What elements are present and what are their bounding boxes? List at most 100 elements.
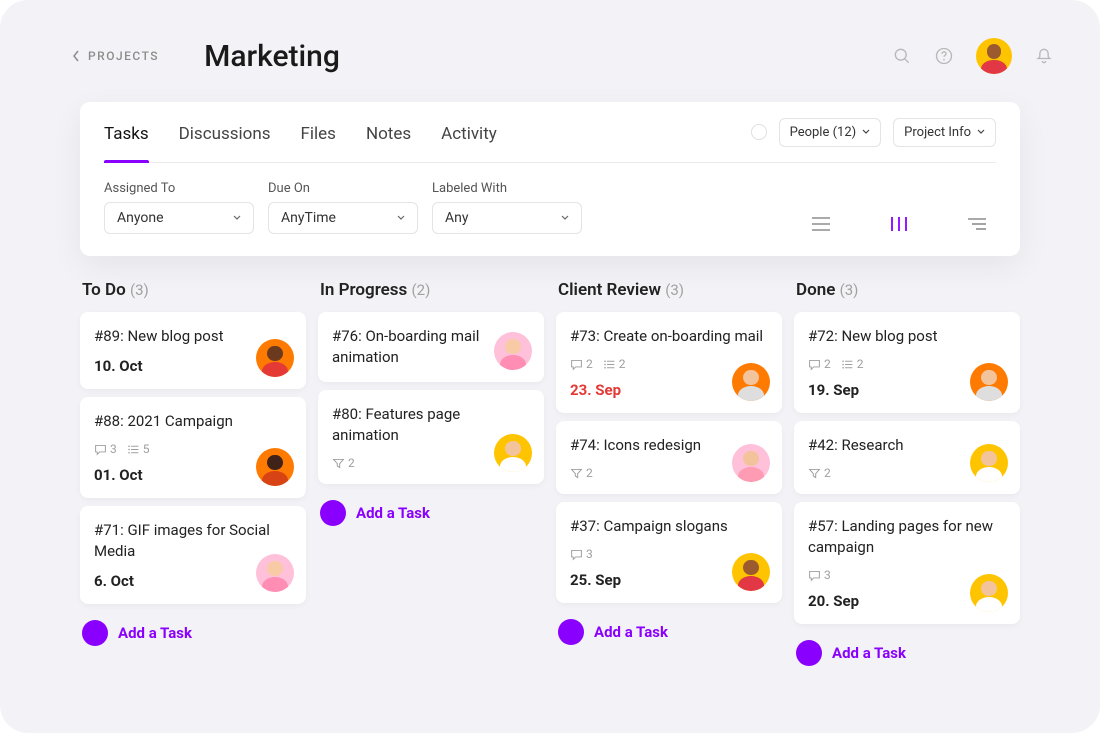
page-header: PROJECTS Marketing: [0, 0, 1100, 74]
board-column: To Do (3)#89: New blog post10. Oct #88: 2…: [80, 280, 306, 666]
project-info-dropdown[interactable]: Project Info: [893, 118, 996, 147]
plus-icon-wrap: [796, 640, 822, 666]
column-title-text: In Progress: [320, 280, 407, 300]
breadcrumb-back[interactable]: PROJECTS: [72, 49, 159, 63]
subtasks-count: 5: [127, 442, 150, 456]
filter-assigned: Assigned To Anyone: [104, 181, 254, 234]
caret-down-icon: [561, 215, 569, 221]
people-dropdown[interactable]: People (12): [779, 118, 882, 147]
task-card-title: #72: New blog post: [808, 326, 1006, 347]
tab-tasks[interactable]: Tasks: [104, 102, 149, 162]
plus-icon: [803, 647, 815, 659]
task-card[interactable]: #80: Features page animation2: [318, 390, 544, 484]
people-label: People (12): [790, 125, 857, 140]
task-card[interactable]: #76: On-boarding mail animation: [318, 312, 544, 382]
add-task-button[interactable]: Add a Task: [80, 612, 306, 646]
filter-labeled-label: Labeled With: [432, 181, 582, 196]
filter-assigned-value: Anyone: [117, 210, 164, 226]
assignee-avatar[interactable]: [970, 363, 1008, 401]
column-count: (2): [412, 281, 431, 299]
status-indicator[interactable]: [751, 124, 767, 140]
plus-icon-wrap: [320, 500, 346, 526]
column-title: Client Review (3): [556, 280, 782, 312]
column-title-text: To Do: [82, 280, 126, 300]
task-card[interactable]: #42: Research2: [794, 421, 1020, 494]
help-button[interactable]: [934, 46, 954, 66]
comments-count: 3: [570, 547, 593, 561]
app-frame: PROJECTS Marketing Tasks Discussions Fil…: [0, 0, 1100, 733]
assignee-avatar[interactable]: [256, 554, 294, 592]
filter-assigned-select[interactable]: Anyone: [104, 202, 254, 234]
task-card[interactable]: #71: GIF images for Social Media6. Oct: [80, 506, 306, 604]
view-switch: [810, 214, 996, 234]
view-timeline-button[interactable]: [966, 214, 988, 234]
assignee-avatar[interactable]: [732, 444, 770, 482]
tab-files[interactable]: Files: [301, 102, 336, 162]
view-list-button[interactable]: [810, 214, 832, 234]
task-card[interactable]: #73: Create on-boarding mail2223. Sep: [556, 312, 782, 413]
task-due-date: 20. Sep: [808, 592, 859, 610]
board-column: In Progress (2)#76: On-boarding mail ani…: [318, 280, 544, 666]
panel-top-right: People (12) Project Info: [751, 118, 996, 147]
plus-icon: [565, 626, 577, 638]
current-user-avatar[interactable]: [976, 38, 1012, 74]
add-task-button[interactable]: Add a Task: [794, 632, 1020, 666]
task-card[interactable]: #57: Landing pages for new campaign320. …: [794, 502, 1020, 624]
search-icon: [892, 46, 912, 66]
filter-labeled-value: Any: [445, 210, 469, 226]
task-due-date: 6. Oct: [94, 572, 134, 590]
chevron-left-icon: [72, 50, 80, 62]
board-view-icon: [888, 215, 910, 233]
task-card-title: #73: Create on-boarding mail: [570, 326, 768, 347]
filter-due: Due On AnyTime: [268, 181, 418, 234]
filter-labeled-select[interactable]: Any: [432, 202, 582, 234]
filter-due-value: AnyTime: [281, 210, 336, 226]
add-task-button[interactable]: Add a Task: [318, 492, 544, 526]
task-card[interactable]: #37: Campaign slogans325. Sep: [556, 502, 782, 603]
filter-due-label: Due On: [268, 181, 418, 196]
column-title: To Do (3): [80, 280, 306, 312]
assignee-avatar[interactable]: [494, 332, 532, 370]
comment-icon: [570, 548, 583, 561]
filter-due-select[interactable]: AnyTime: [268, 202, 418, 234]
assignee-avatar[interactable]: [732, 553, 770, 591]
notifications-button[interactable]: [1034, 46, 1054, 66]
task-card-title: #88: 2021 Campaign: [94, 411, 292, 432]
task-card[interactable]: #72: New blog post2219. Sep: [794, 312, 1020, 413]
kanban-board: To Do (3)#89: New blog post10. Oct #88: 2…: [0, 256, 1100, 666]
caret-down-icon: [397, 215, 405, 221]
comments-count: 2: [570, 357, 593, 371]
board-column: Client Review (3) #73: Create on-boarding…: [556, 280, 782, 666]
list-view-icon: [810, 215, 832, 233]
assignee-avatar[interactable]: [256, 448, 294, 486]
search-button[interactable]: [892, 46, 912, 66]
column-title: In Progress (2): [318, 280, 544, 312]
task-card[interactable]: #74: Icons redesign2: [556, 421, 782, 494]
column-title: Done (3): [794, 280, 1020, 312]
comment-icon: [94, 443, 107, 456]
tab-notes[interactable]: Notes: [366, 102, 411, 162]
task-card-title: #37: Campaign slogans: [570, 516, 768, 537]
filter-bar: Assigned To Anyone Due On AnyTime Labele…: [104, 163, 996, 234]
task-card[interactable]: #89: New blog post10. Oct: [80, 312, 306, 389]
comments-count: 3: [94, 442, 117, 456]
add-task-button[interactable]: Add a Task: [556, 611, 782, 645]
header-actions: [892, 38, 1054, 74]
caret-down-icon: [977, 129, 985, 135]
assignee-avatar[interactable]: [256, 339, 294, 377]
comment-icon: [570, 358, 583, 371]
bell-icon: [1034, 46, 1054, 66]
comment-icon: [808, 358, 821, 371]
plus-icon: [327, 507, 339, 519]
view-board-button[interactable]: [888, 214, 910, 234]
task-card[interactable]: #88: 2021 Campaign3501. Oct: [80, 397, 306, 498]
comment-icon: [808, 569, 821, 582]
board-column: Done (3)#72: New blog post2219. Sep #42: …: [794, 280, 1020, 666]
assignee-avatar[interactable]: [732, 363, 770, 401]
tab-discussions[interactable]: Discussions: [179, 102, 271, 162]
caret-down-icon: [233, 215, 241, 221]
assignee-avatar[interactable]: [970, 574, 1008, 612]
assignee-avatar[interactable]: [494, 434, 532, 472]
assignee-avatar[interactable]: [970, 444, 1008, 482]
tab-activity[interactable]: Activity: [441, 102, 497, 162]
